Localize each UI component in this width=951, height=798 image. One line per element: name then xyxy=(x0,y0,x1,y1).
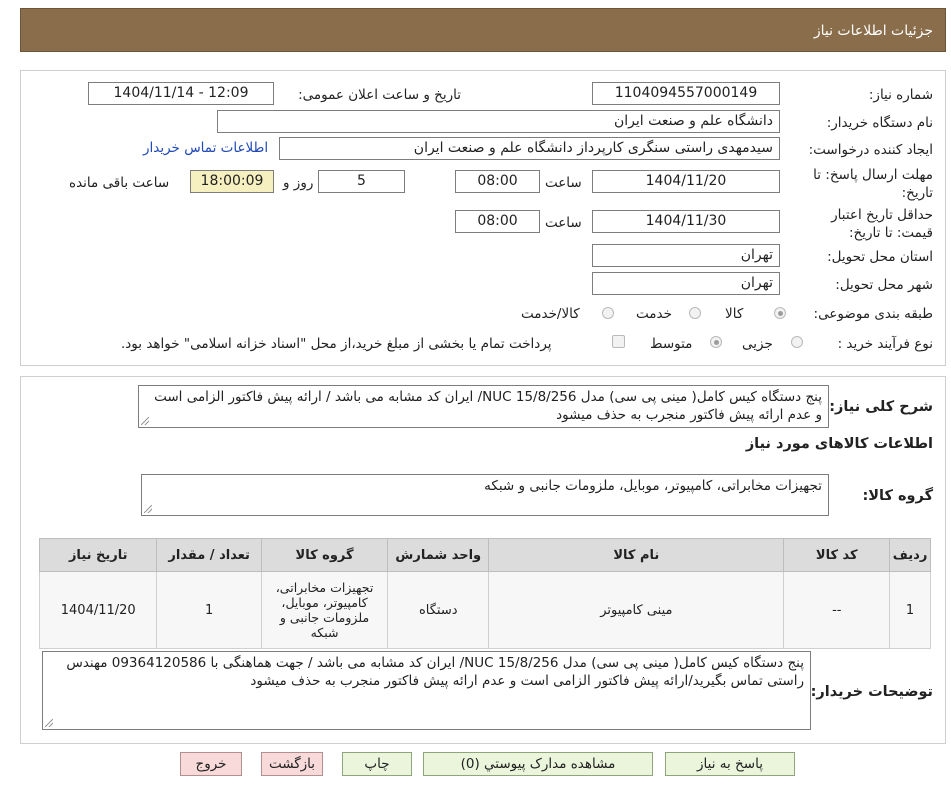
goods-section-title: اطلاعات کالاهای مورد نیاز xyxy=(745,436,933,452)
goods-group-text: تجهیزات مخابراتی، کامپیوتر، موبایل، ملزو… xyxy=(484,478,822,494)
col-need-date: تاریخ نیاز xyxy=(38,538,158,572)
province-label: استان محل تحویل: xyxy=(827,249,933,265)
days-label: روز و xyxy=(283,175,314,191)
process-medium-label: متوسط xyxy=(650,336,693,352)
cell-item-code: -- xyxy=(783,571,891,649)
city-label: شهر محل تحویل: xyxy=(835,277,933,293)
deadline-date-field[interactable]: 1404/11/20 xyxy=(592,170,780,193)
treasury-bonds-checkbox[interactable] xyxy=(612,335,625,348)
attachments-button[interactable]: مشاهده مدارک پیوستي (0) xyxy=(423,752,653,776)
category-service-radio[interactable] xyxy=(689,307,701,319)
col-goods-group: گروه کالا xyxy=(260,538,389,572)
remaining-time-label: ساعت باقی مانده xyxy=(69,175,170,191)
category-goods-service-label: کالا/خدمت xyxy=(521,306,580,322)
print-button[interactable]: چاپ xyxy=(342,752,412,776)
requester-field[interactable]: سیدمهدی راستی سنگری کارپرداز دانشگاه علم… xyxy=(279,137,780,160)
buyer-notes-label: توضیحات خریدار: xyxy=(810,684,933,700)
goods-group-label: گروه کالا: xyxy=(862,488,933,504)
cell-row-number: 1 xyxy=(889,571,931,649)
buyer-contact-link[interactable]: اطلاعات تماس خریدار xyxy=(143,140,268,156)
deadline-time-field[interactable]: 08:00 xyxy=(455,170,540,193)
treasury-bonds-note: پرداخت تمام یا بخشی از مبلغ خرید،از محل … xyxy=(121,336,552,352)
deadline-label: مهلت ارسال پاسخ: تا تاریخ: xyxy=(813,166,933,202)
resize-grip-icon[interactable] xyxy=(144,505,152,513)
col-item-name: نام کالا xyxy=(488,538,785,572)
process-label: نوع فرآیند خرید : xyxy=(837,336,933,352)
validity-time-label: ساعت xyxy=(545,215,582,231)
category-goods-radio[interactable] xyxy=(774,307,786,319)
validity-date-field[interactable]: 1404/11/30 xyxy=(592,210,780,233)
cell-goods-group: تجهیزات مخابراتی، کامپیوتر، موبایل، ملزو… xyxy=(260,571,389,649)
need-number-field[interactable]: 1104094557000149 xyxy=(592,82,780,105)
back-button[interactable]: بازگشت xyxy=(261,752,323,776)
validity-label: حداقل تاریخ اعتبار قیمت: تا تاریخ: xyxy=(831,206,933,242)
col-unit: واحد شمارش xyxy=(387,538,490,572)
exit-button[interactable]: خروج xyxy=(180,752,242,776)
buyer-notes-text: پنج دستگاه کیس کامل( مینی پی سی) مدل NUC… xyxy=(66,655,804,689)
validity-time-field[interactable]: 08:00 xyxy=(455,210,540,233)
goods-table: ردیف کد کالا نام کالا واحد شمارش گروه کا… xyxy=(38,538,931,649)
category-label: طبقه بندی موضوعی: xyxy=(813,306,933,322)
resize-grip-icon[interactable] xyxy=(45,719,53,727)
deadline-time-label: ساعت xyxy=(545,175,582,191)
need-number-label: شماره نیاز: xyxy=(868,87,933,103)
deadline-label-line1: مهلت ارسال پاسخ: تا xyxy=(813,167,933,183)
process-medium-radio[interactable] xyxy=(710,336,722,348)
page-header: جزئیات اطلاعات نیاز xyxy=(20,8,946,52)
deadline-label-line2: تاریخ: xyxy=(901,185,933,201)
buyer-notes-textarea[interactable]: پنج دستگاه کیس کامل( مینی پی سی) مدل NUC… xyxy=(42,651,811,730)
remaining-time-field: 18:00:09 xyxy=(190,170,274,193)
summary-text: پنج دستگاه کیس کامل( مینی پی سی) مدل NUC… xyxy=(154,389,822,423)
goods-table-header-row: ردیف کد کالا نام کالا واحد شمارش گروه کا… xyxy=(38,538,931,572)
process-minor-radio[interactable] xyxy=(791,336,803,348)
col-row-number: ردیف xyxy=(889,538,931,572)
cell-quantity: 1 xyxy=(156,571,262,649)
reply-button[interactable]: پاسخ به نیاز xyxy=(665,752,795,776)
cell-item-name: مینی کامپیوتر xyxy=(488,571,785,649)
table-row[interactable]: 1 -- مینی کامپیوتر دستگاه تجهیزات مخابرا… xyxy=(38,571,931,649)
summary-textarea[interactable]: پنج دستگاه کیس کامل( مینی پی سی) مدل NUC… xyxy=(138,385,829,428)
category-service-label: خدمت xyxy=(636,306,672,322)
col-item-code: کد کالا xyxy=(783,538,891,572)
requester-label: ایجاد کننده درخواست: xyxy=(808,142,933,158)
announce-datetime-label: تاریخ و ساعت اعلان عمومی: xyxy=(298,87,461,103)
buyer-org-label: نام دستگاه خریدار: xyxy=(826,115,933,131)
validity-label-line1: حداقل تاریخ اعتبار xyxy=(831,207,933,223)
resize-grip-icon[interactable] xyxy=(141,417,149,425)
goods-group-textarea[interactable]: تجهیزات مخابراتی، کامپیوتر، موبایل، ملزو… xyxy=(141,474,829,516)
buyer-org-field[interactable]: دانشگاه علم و صنعت ایران xyxy=(217,110,780,133)
summary-label: شرح کلی نیاز: xyxy=(829,399,933,415)
cell-need-date: 1404/11/20 xyxy=(38,571,158,649)
remaining-days-field[interactable]: 5 xyxy=(318,170,405,193)
col-quantity: تعداد / مقدار xyxy=(156,538,262,572)
page-title: جزئیات اطلاعات نیاز xyxy=(813,23,933,39)
category-goods-service-radio[interactable] xyxy=(602,307,614,319)
city-field[interactable]: تهران xyxy=(592,272,780,295)
cell-unit: دستگاه xyxy=(387,571,490,649)
validity-label-line2: قیمت: تا تاریخ: xyxy=(849,225,933,241)
announce-datetime-field[interactable]: 1404/11/14 - 12:09 xyxy=(88,82,274,105)
province-field[interactable]: تهران xyxy=(592,244,780,267)
process-minor-label: جزیی xyxy=(742,336,773,352)
category-goods-label: کالا xyxy=(725,306,744,322)
